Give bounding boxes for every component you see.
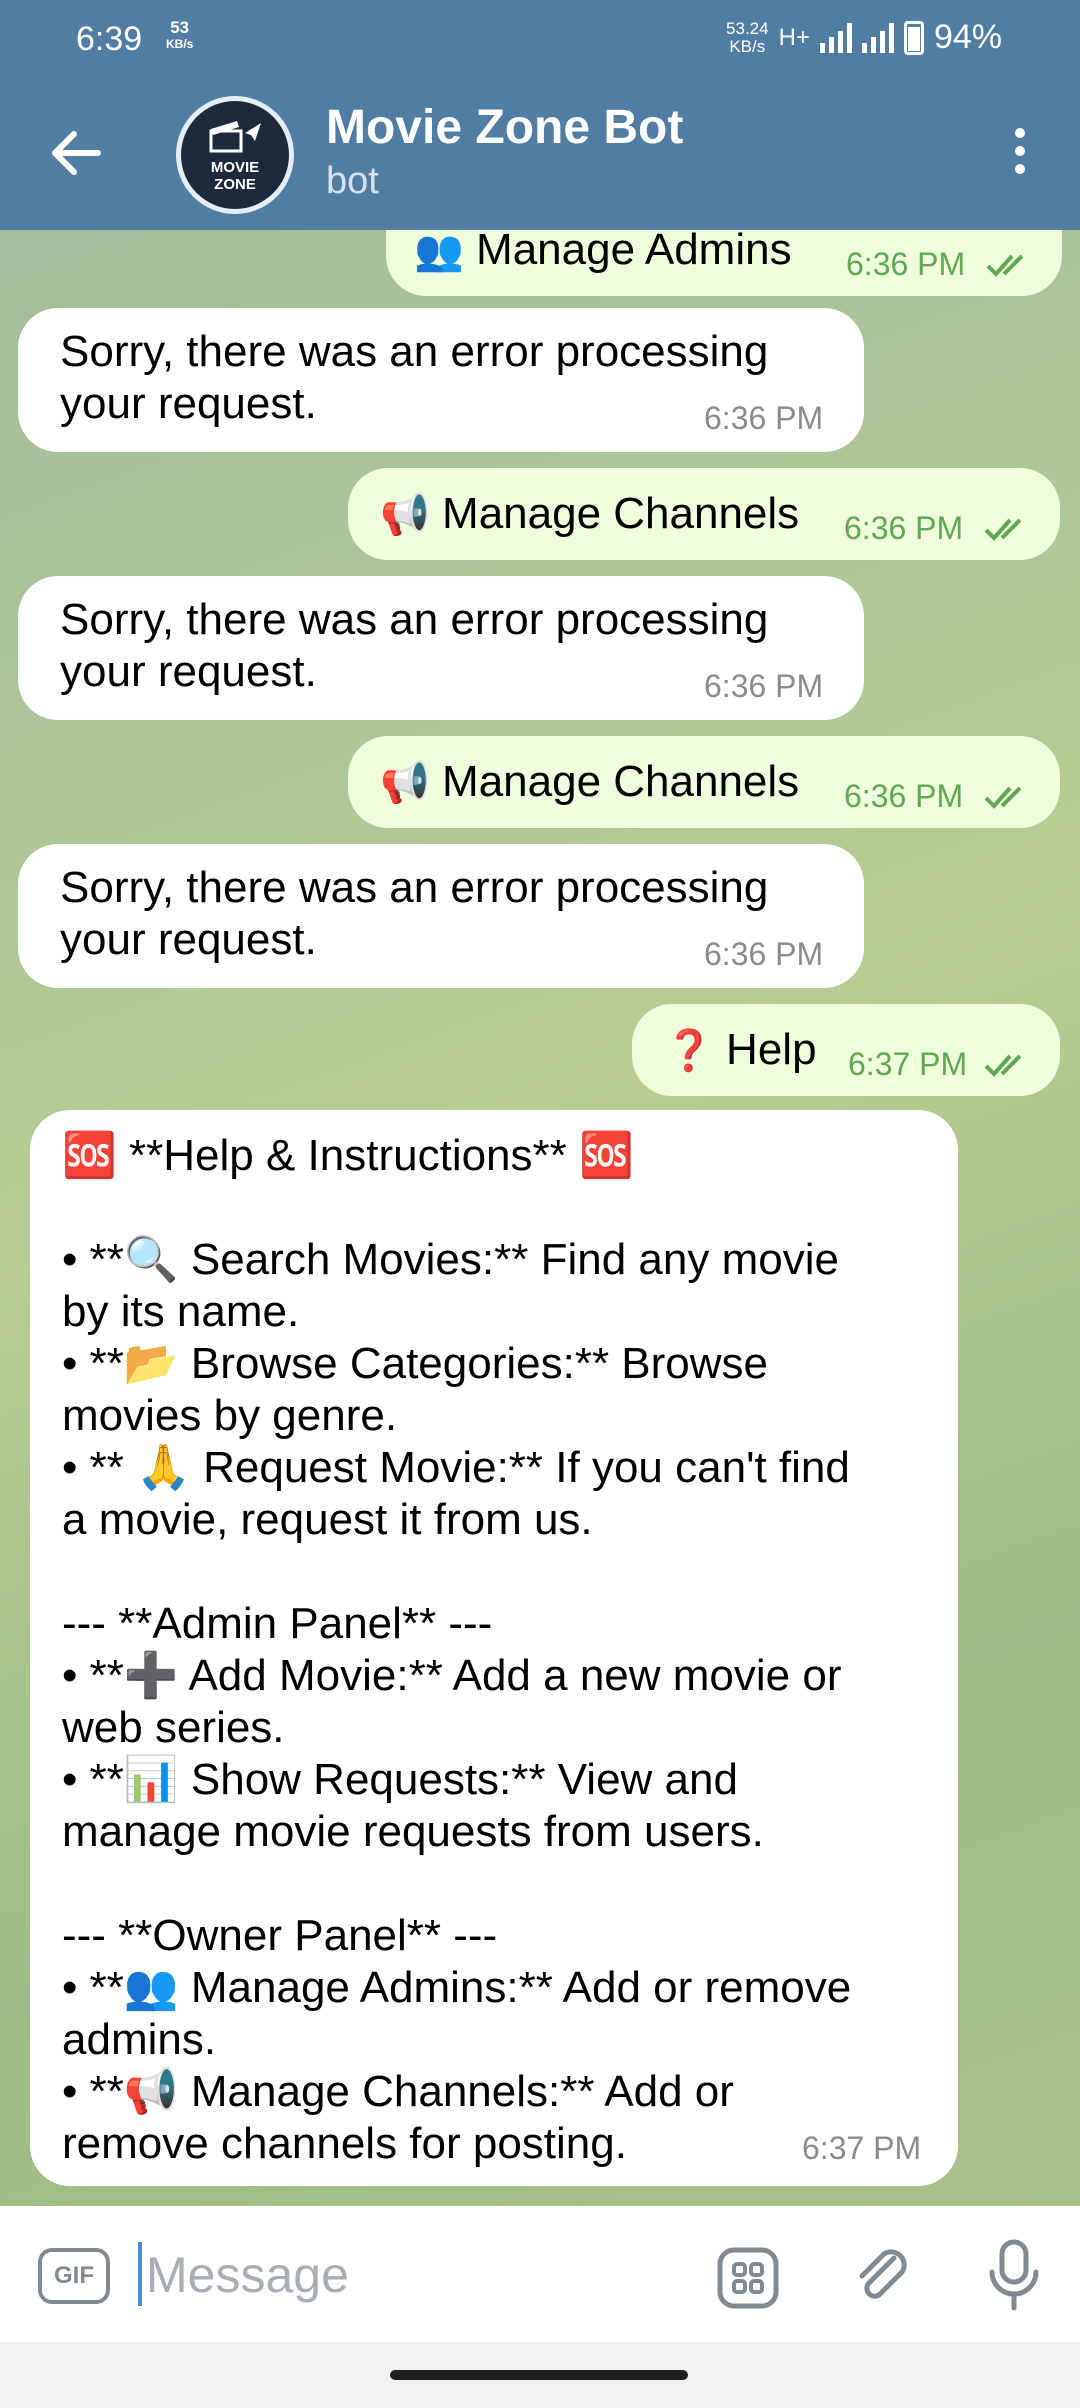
incoming-message[interactable]: Sorry, there was an error processing you… <box>18 308 864 452</box>
help-heading: 🆘 **Help & Instructions** 🆘 <box>62 1131 634 1180</box>
message-time: 6:36 PM <box>704 668 824 704</box>
message-time: 6:36 PM <box>844 778 964 814</box>
microphone-icon[interactable] <box>984 2238 1044 2314</box>
incoming-message[interactable]: Sorry, there was an error processing you… <box>18 576 864 720</box>
help-line: web series. <box>62 1703 285 1752</box>
incoming-message[interactable]: Sorry, there was an error processing you… <box>18 844 864 988</box>
message-input[interactable]: Message <box>146 2246 349 2304</box>
outgoing-message[interactable]: ❓ Help 6:37 PM <box>632 1004 1060 1096</box>
read-check-icon <box>984 786 1022 809</box>
help-line: admins. <box>62 2015 217 2064</box>
help-section-owner: --- **Owner Panel** --- <box>62 1911 498 1960</box>
megaphone-emoji: 📢 <box>380 760 430 806</box>
message-input-bar: GIF Message <box>0 2206 1080 2342</box>
sticker-grid-icon[interactable] <box>716 2246 780 2310</box>
help-message[interactable]: 🆘 **Help & Instructions** 🆘 • **🔍 Search… <box>30 1110 958 2186</box>
avatar-text: MOVIE ZONE <box>210 159 260 193</box>
help-line: movies by genre. <box>62 1391 398 1440</box>
app-bar: 6:39 53 KB/s 53.24 KB/s H+ 94% MOVIE ZON… <box>0 0 1080 230</box>
read-check-icon <box>984 1054 1022 1077</box>
message-time: 6:36 PM <box>704 936 824 972</box>
help-line: • **➕ Add Movie:** Add a new movie or <box>62 1651 842 1700</box>
help-line: • **👥 Manage Admins:** Add or remove <box>62 1963 852 2012</box>
status-time: 6:39 <box>76 20 143 58</box>
help-line: • **📂 Browse Categories:** Browse <box>62 1339 769 1388</box>
people-emoji: 👥 <box>414 230 464 274</box>
battery-level: 94% <box>933 18 1002 56</box>
home-gesture-handle[interactable] <box>390 2370 688 2380</box>
clapperboard-icon <box>209 121 261 153</box>
help-section-admin: --- **Admin Panel** --- <box>62 1599 493 1648</box>
text-cursor <box>138 2242 142 2306</box>
battery-icon <box>903 20 924 55</box>
help-line: by its name. <box>62 1287 300 1336</box>
outgoing-message[interactable]: 👥 Manage Admins 6:36 PM <box>386 230 1062 296</box>
back-arrow-icon[interactable] <box>46 126 106 180</box>
chat-title[interactable]: Movie Zone Bot <box>326 100 683 155</box>
signal-icon <box>819 22 852 53</box>
network-type: H+ <box>778 23 810 51</box>
megaphone-emoji: 📢 <box>380 492 430 538</box>
help-line: remove channels for posting. <box>62 2119 627 2168</box>
question-emoji: ❓ <box>664 1028 714 1074</box>
navigation-bar <box>0 2342 1080 2408</box>
help-line: a movie, request it from us. <box>62 1495 593 1544</box>
message-time: 6:37 PM <box>848 1046 968 1082</box>
bot-avatar[interactable]: MOVIE ZONE <box>176 96 294 214</box>
message-time: 6:36 PM <box>846 246 966 282</box>
help-line: • **📢 Manage Channels:** Add or <box>62 2067 734 2116</box>
read-check-icon <box>984 518 1022 541</box>
message-time: 6:36 PM <box>844 510 964 546</box>
read-check-icon <box>986 254 1024 277</box>
more-menu-icon[interactable] <box>1012 128 1028 180</box>
outgoing-message[interactable]: 📢 Manage Channels 6:36 PM <box>348 468 1060 560</box>
gif-button[interactable]: GIF <box>38 2248 110 2304</box>
message-time: 6:37 PM <box>802 2130 922 2166</box>
help-line: • **🔍 Search Movies:** Find any movie <box>62 1235 839 1284</box>
chat-area[interactable]: 👥 Manage Admins 6:36 PM Sorry, there was… <box>0 230 1080 2206</box>
help-line: • ** 🙏 Request Movie:** If you can't fin… <box>62 1443 850 1492</box>
help-line: manage movie requests from users. <box>62 1807 764 1856</box>
outgoing-message[interactable]: 📢 Manage Channels 6:36 PM <box>348 736 1060 828</box>
data-speed: 53 KB/s <box>166 18 194 51</box>
status-bar: 6:39 53 KB/s 53.24 KB/s H+ 94% <box>0 0 1080 78</box>
help-line: • **📊 Show Requests:** View and <box>62 1755 738 1804</box>
chat-subtitle: bot <box>326 160 379 202</box>
message-time: 6:36 PM <box>704 400 824 436</box>
signal-icon-2 <box>861 22 894 53</box>
status-icons: 53.24 KB/s H+ 94% <box>726 18 1002 57</box>
attach-paperclip-icon[interactable] <box>850 2244 916 2310</box>
net-speed: 53.24 KB/s <box>726 18 769 56</box>
